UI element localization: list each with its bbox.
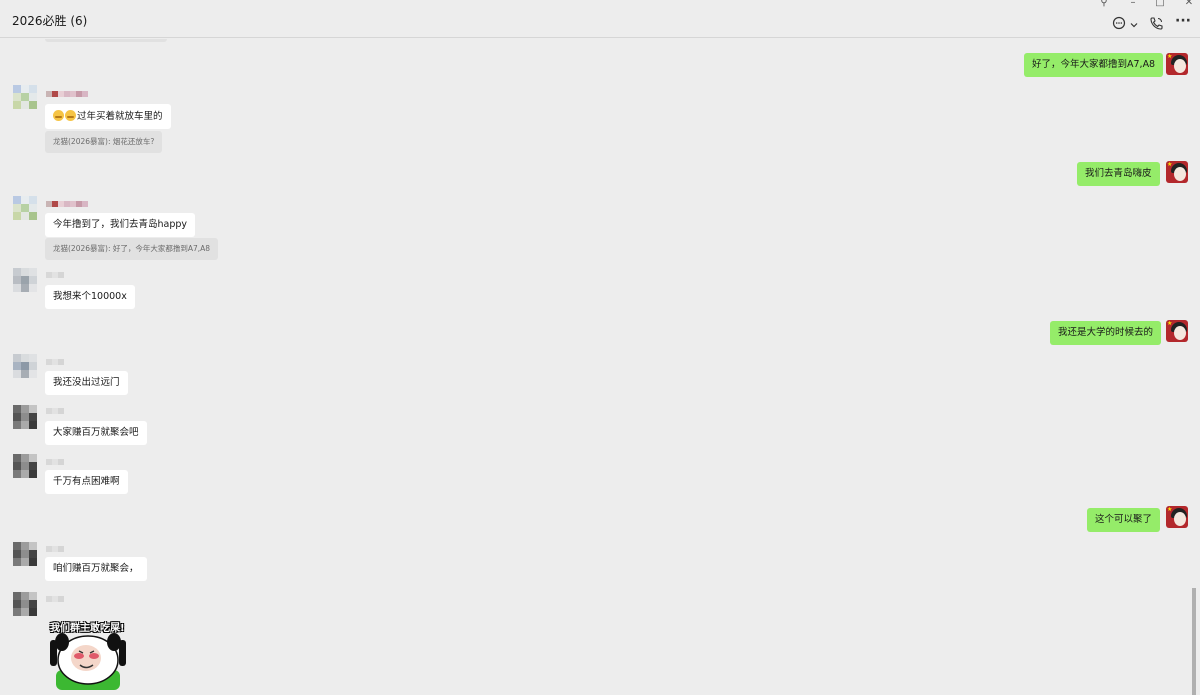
sender-name-blurred [46, 546, 66, 552]
sender-name-blurred [46, 359, 66, 365]
quote-remnant [45, 39, 167, 42]
avatar[interactable]: ★ [1166, 506, 1188, 528]
avatar[interactable]: ★ [1166, 320, 1188, 342]
scrollbar-thumb[interactable] [1192, 588, 1196, 695]
message-text: 过年买着就放车里的 [77, 111, 163, 122]
chat-bubble-icon[interactable] [1112, 16, 1126, 33]
more-options-button[interactable]: ··· [1175, 14, 1191, 28]
avatar[interactable] [13, 268, 39, 294]
message-bubble-self[interactable]: 我们去青岛嗨皮 [1077, 162, 1160, 186]
message-bubble-other[interactable]: 咱们赚百万就聚会， [45, 557, 147, 581]
sender-name-blurred [46, 596, 66, 602]
message-bubble-self[interactable]: 我还是大学的时候去的 [1050, 321, 1162, 345]
close-button[interactable]: ✕ [1180, 0, 1198, 9]
message-list[interactable]: 好了，今年大家都撸到A7,A8 ★ 过年买着就放车里的 龙猫(2026暴富): … [0, 39, 1196, 695]
sender-name-blurred [46, 91, 90, 97]
avatar[interactable]: ★ [1166, 161, 1188, 183]
avatar[interactable] [13, 196, 39, 222]
avatar[interactable]: ★ [1166, 53, 1188, 75]
sender-name-blurred [46, 408, 66, 414]
quoted-message[interactable]: 龙猫(2026暴富): 好了，今年大家都撸到A7,A8 [45, 238, 219, 260]
phone-call-icon[interactable] [1149, 16, 1164, 34]
sender-name-blurred [46, 459, 66, 465]
sender-name-blurred [46, 272, 68, 278]
avatar[interactable] [13, 354, 39, 380]
message-bubble-other[interactable]: 我还没出过远门 [45, 371, 128, 395]
grimacing-emoji-icon [53, 110, 64, 121]
avatar[interactable] [13, 85, 39, 111]
avatar[interactable] [13, 454, 39, 480]
grimacing-emoji-icon [65, 110, 76, 121]
chat-title: 2026必胜 (6) [12, 14, 88, 28]
message-bubble-other[interactable]: 今年撸到了，我们去青岛happy [45, 213, 196, 237]
message-bubble-self[interactable]: 好了，今年大家都撸到A7,A8 [1024, 53, 1164, 77]
pin-icon[interactable]: ⚲ [1095, 0, 1113, 9]
avatar[interactable] [13, 405, 39, 431]
message-bubble-other[interactable]: 我想来个10000x [45, 285, 135, 309]
message-bubble-other[interactable]: 千万有点困难啊 [45, 470, 128, 494]
sender-name-blurred [46, 201, 90, 207]
title-bar: 2026必胜 (6) ⚲ – □ ✕ ··· [0, 0, 1200, 38]
message-bubble-other[interactable]: 大家赚百万就聚会吧 [45, 421, 147, 445]
quoted-message[interactable]: 龙猫(2026暴富): 烟花还放车? [45, 131, 163, 153]
maximize-button[interactable]: □ [1151, 0, 1169, 9]
avatar[interactable] [13, 542, 39, 568]
avatar[interactable] [13, 592, 39, 618]
message-bubble-other[interactable]: 过年买着就放车里的 [45, 104, 171, 129]
minimize-button[interactable]: – [1124, 0, 1142, 9]
message-bubble-self[interactable]: 这个可以聚了 [1087, 508, 1161, 532]
sticker-caption: 我们群主敢吃屎! [50, 623, 125, 634]
chevron-down-icon[interactable] [1130, 18, 1138, 32]
